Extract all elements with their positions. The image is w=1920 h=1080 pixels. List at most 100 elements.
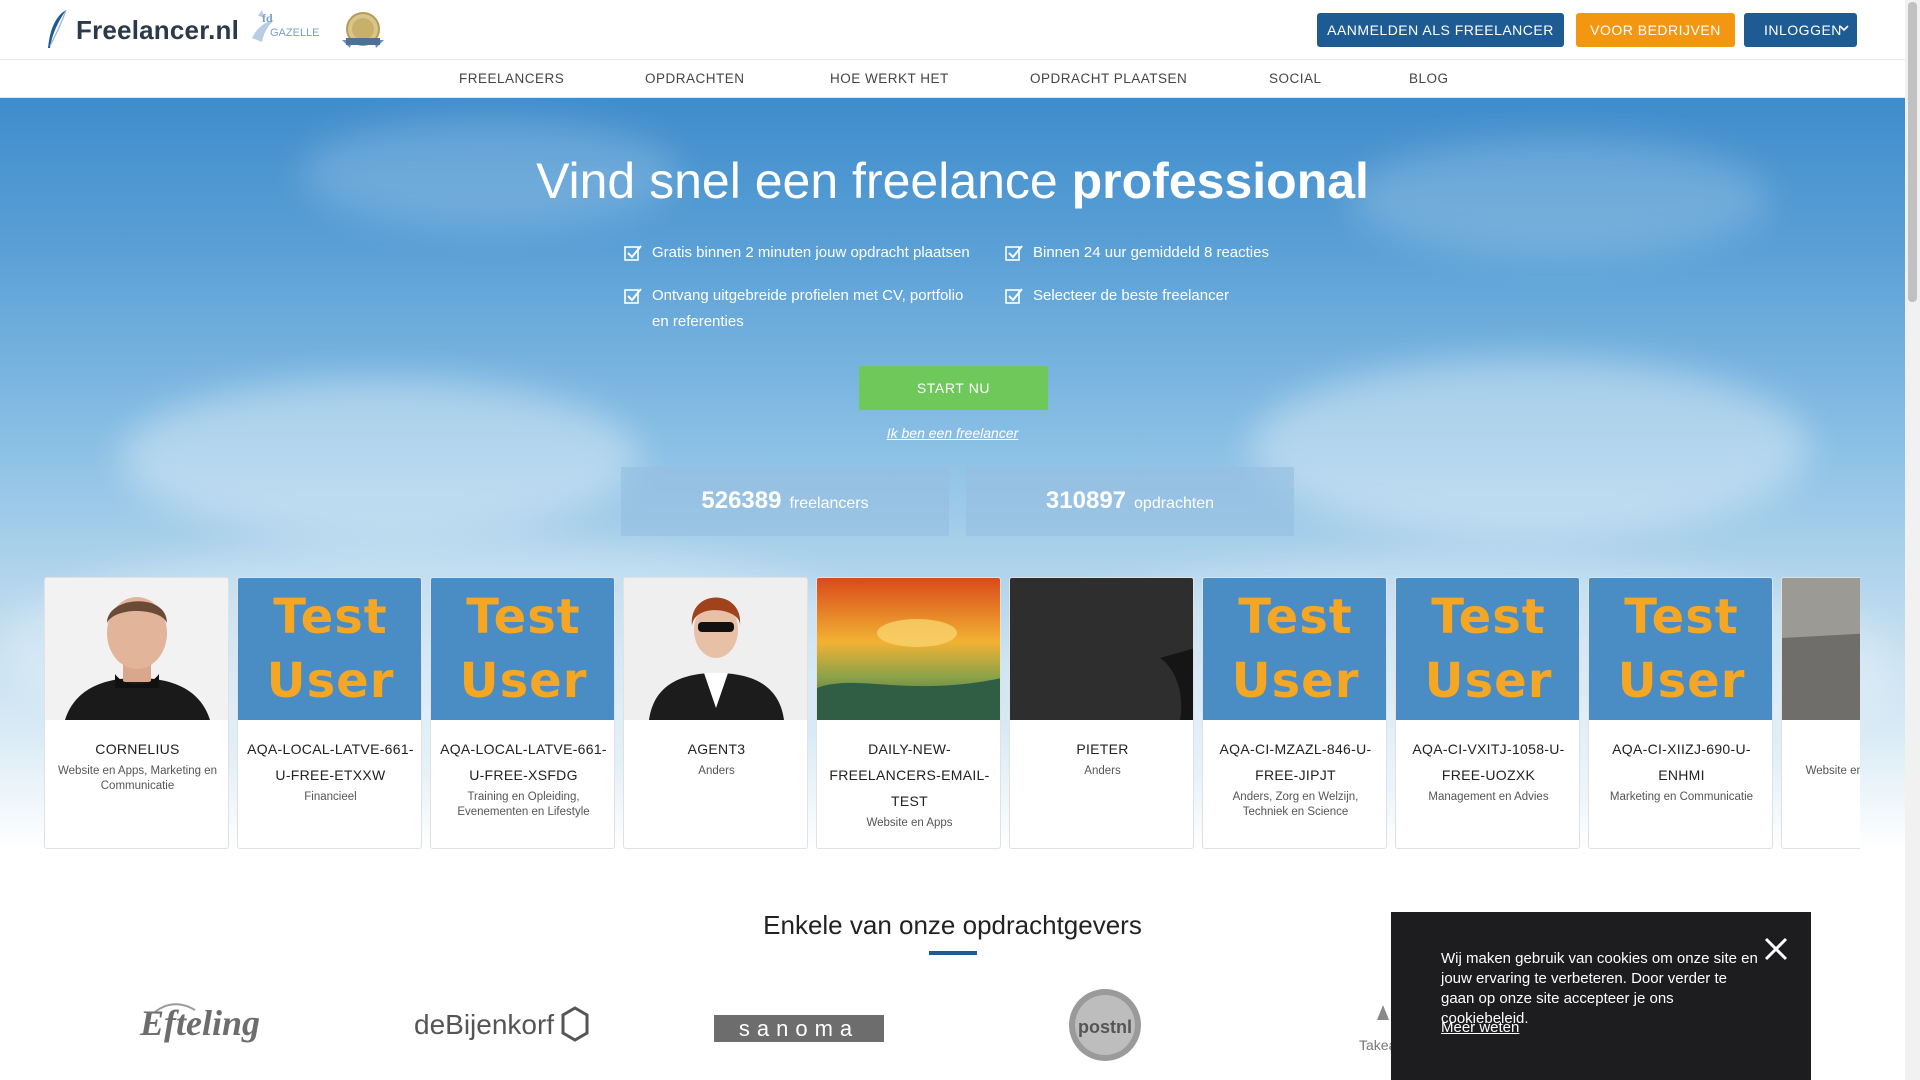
svg-text:postnl: postnl bbox=[1078, 1017, 1132, 1037]
svg-text:sanoma: sanoma bbox=[739, 1016, 859, 1041]
cookie-more-link[interactable]: Meer weten bbox=[1441, 1019, 1519, 1036]
usp-item: Binnen 24 uur gemiddeld 8 reacties bbox=[1005, 240, 1305, 266]
test-user-image: Test User bbox=[1589, 578, 1772, 720]
usp-item: Ontvang uitgebreide profielen met CV, po… bbox=[624, 283, 974, 335]
stat-freelancers: 526389 freelancers bbox=[621, 467, 949, 536]
page-scrollbar[interactable] bbox=[1905, 0, 1920, 1080]
test-user-image: Test User bbox=[431, 578, 614, 720]
freelancer-card[interactable]: Test User AQA-CI-VXITJ-1058-U-FREE-UOZXK … bbox=[1395, 577, 1580, 849]
test-user-image: Test User bbox=[1203, 578, 1386, 720]
freelancer-name: AQA-LOCAL-LATVE-661-U-FREE-ETXXW Financi… bbox=[244, 736, 417, 805]
freelancer-link-row: Ik ben een freelancer bbox=[0, 425, 1905, 441]
client-logo-postnl: postnl bbox=[1065, 989, 1145, 1061]
usp-item: Gratis binnen 2 minuten jouw opdracht pl… bbox=[624, 240, 974, 266]
freelancer-name-text: DAILY-NEW-FREELANCERS-EMAIL-TEST bbox=[829, 741, 990, 809]
freelancer-name-text: AGENT3 bbox=[687, 741, 746, 757]
freelancer-category: Financieel bbox=[304, 791, 357, 803]
svg-text:GAZELLEN 2020: GAZELLEN 2020 bbox=[270, 27, 320, 39]
register-freelancer-button[interactable]: AANMELDEN ALS FREELANCER bbox=[1317, 13, 1564, 47]
freelancer-photo bbox=[1782, 578, 1860, 720]
nav-social[interactable]: SOCIAL bbox=[1269, 71, 1322, 86]
test-user-image: Test User bbox=[238, 578, 421, 720]
freelancer-card[interactable]: AGENT3 Anders bbox=[623, 577, 808, 849]
freelancer-name: AQA-CI-XIIZJ-690-U-ENHMI Marketing en Co… bbox=[1595, 736, 1768, 805]
client-logo-sanoma: sanoma bbox=[714, 990, 884, 1060]
freelancer-name: BEN Website en Apps, Software bbox=[1788, 736, 1860, 779]
freelancer-category: Anders bbox=[1084, 765, 1121, 777]
freelancer-name: CORNELIUS Website en Apps, Marketing en … bbox=[51, 736, 224, 794]
freelancer-name-text: AQA-LOCAL-LATVE-661-U-FREE-XSFDG bbox=[440, 741, 607, 783]
checkbox-check-icon bbox=[624, 288, 642, 304]
freelancer-name-text: CORNELIUS bbox=[95, 741, 180, 757]
client-logo-efteling: Efteling bbox=[125, 990, 275, 1060]
freelancer-card[interactable]: PIETER Anders bbox=[1009, 577, 1194, 849]
freelancer-name-text: AQA-CI-XIIZJ-690-U-ENHMI bbox=[1612, 741, 1751, 783]
nav-blog[interactable]: BLOG bbox=[1409, 71, 1449, 86]
cookie-banner: Wij maken gebruik van cookies om onze si… bbox=[1391, 912, 1811, 1080]
nav-hoe-werkt-het[interactable]: HOE WERKT HET bbox=[830, 71, 949, 86]
usp-text: Binnen 24 uur gemiddeld 8 reacties bbox=[1033, 244, 1269, 261]
freelancer-card[interactable]: DAILY-NEW-FREELANCERS-EMAIL-TEST Website… bbox=[816, 577, 1001, 849]
scrollbar-thumb[interactable] bbox=[1908, 2, 1917, 302]
main-nav: FREELANCERS OPDRACHTEN HOE WERKT HET OPD… bbox=[0, 61, 1905, 98]
award-seal-icon bbox=[342, 12, 384, 48]
freelancer-card[interactable]: Test User AQA-CI-MZAZL-846-U-FREE-JIPJT A… bbox=[1202, 577, 1387, 849]
freelancer-category: Training en Opleiding, Evenementen en Li… bbox=[457, 791, 590, 818]
svg-text:Efteling: Efteling bbox=[139, 1003, 260, 1043]
freelancer-photo bbox=[624, 578, 807, 720]
freelancer-name: DAILY-NEW-FREELANCERS-EMAIL-TEST Website… bbox=[823, 736, 996, 831]
login-dropdown-button[interactable]: INLOGGEN bbox=[1744, 13, 1857, 47]
freelancer-carousel[interactable]: CORNELIUS Website en Apps, Marketing en … bbox=[44, 577, 1860, 849]
nav-opdrachten[interactable]: OPDRACHTEN bbox=[645, 71, 745, 86]
freelancer-category: Website en Apps, Software bbox=[1805, 765, 1860, 777]
freelancer-card[interactable]: Test User AQA-CI-XIIZJ-690-U-ENHMI Market… bbox=[1588, 577, 1773, 849]
svg-text:fd: fd bbox=[262, 11, 273, 25]
freelancer-category: Anders, Zorg en Welzijn, Techniek en Sci… bbox=[1232, 791, 1359, 818]
checkbox-check-icon bbox=[624, 245, 642, 261]
freelancer-photo bbox=[1010, 578, 1193, 720]
logo-tld: .nl bbox=[208, 14, 240, 45]
freelancer-category: Website en Apps, Marketing en Communicat… bbox=[58, 765, 217, 792]
freelancer-card[interactable]: Test User AQA-LOCAL-LATVE-661-U-FREE-ETXX… bbox=[237, 577, 422, 849]
svg-text:deBijenkorf: deBijenkorf bbox=[414, 1009, 554, 1040]
stat-opdrachten: 310897 opdrachten bbox=[966, 467, 1294, 536]
gazellen-award-logo: fd GAZELLEN 2020 bbox=[252, 10, 320, 42]
close-icon[interactable] bbox=[1761, 934, 1791, 964]
i-am-freelancer-link[interactable]: Ik ben een freelancer bbox=[887, 425, 1019, 441]
for-companies-button[interactable]: VOOR BEDRIJVEN bbox=[1576, 13, 1735, 47]
client-logo-bijenkorf: deBijenkorf bbox=[412, 990, 592, 1060]
test-user-image: Test User bbox=[1396, 578, 1579, 720]
nav-freelancers[interactable]: FREELANCERS bbox=[459, 71, 564, 86]
cookie-text: Wij maken gebruik van cookies om onze si… bbox=[1441, 950, 1758, 1027]
hero-title-light: Vind snel een freelance bbox=[536, 153, 1072, 209]
stat-number: 526389 bbox=[701, 487, 782, 514]
freelancer-card[interactable]: Test User AQA-LOCAL-LATVE-661-U-FREE-XSFD… bbox=[430, 577, 615, 849]
freelancer-category: Marketing en Communicatie bbox=[1609, 791, 1754, 803]
login-label: INLOGGEN bbox=[1764, 22, 1842, 38]
freelancer-name-text: AQA-CI-VXITJ-1058-U-FREE-UOZXK bbox=[1412, 741, 1565, 783]
freelancer-photo bbox=[817, 578, 1000, 720]
freelancer-category: Management en Advies bbox=[1428, 791, 1549, 803]
hero-title-bold: professional bbox=[1071, 153, 1369, 209]
usp-text: Selecteer de beste freelancer bbox=[1033, 287, 1229, 304]
freelancer-name: AGENT3 Anders bbox=[630, 736, 803, 779]
feather-icon bbox=[48, 9, 67, 48]
freelancer-name: PIETER Anders bbox=[1016, 736, 1189, 779]
freelancer-name: AQA-CI-VXITJ-1058-U-FREE-UOZXK Managemen… bbox=[1402, 736, 1575, 805]
title-underline bbox=[929, 951, 977, 955]
logo-name: Freelancer bbox=[76, 14, 209, 45]
freelancer-card[interactable]: CORNELIUS Website en Apps, Marketing en … bbox=[44, 577, 229, 849]
checkbox-check-icon bbox=[1005, 288, 1023, 304]
top-header: Freelancer.nl fd GAZELLEN 2020 AANMELDEN… bbox=[0, 0, 1905, 60]
freelancer-card[interactable]: BEN Website en Apps, Software bbox=[1781, 577, 1860, 849]
freelancer-name: AQA-CI-MZAZL-846-U-FREE-JIPJT Anders, Zo… bbox=[1209, 736, 1382, 820]
start-now-button[interactable]: START NU bbox=[859, 366, 1048, 410]
site-logo[interactable]: Freelancer.nl bbox=[44, 8, 239, 52]
nav-opdracht-plaatsen[interactable]: OPDRACHT PLAATSEN bbox=[1030, 71, 1187, 86]
freelancer-name-text: AQA-CI-MZAZL-846-U-FREE-JIPJT bbox=[1219, 741, 1372, 783]
hero-title: Vind snel een freelance professional bbox=[0, 152, 1905, 210]
freelancer-category: Anders bbox=[698, 765, 735, 777]
freelancer-category: Website en Apps bbox=[866, 817, 953, 829]
usp-item: Selecteer de beste freelancer bbox=[1005, 283, 1305, 309]
usp-text: Ontvang uitgebreide profielen met CV, po… bbox=[652, 287, 964, 330]
